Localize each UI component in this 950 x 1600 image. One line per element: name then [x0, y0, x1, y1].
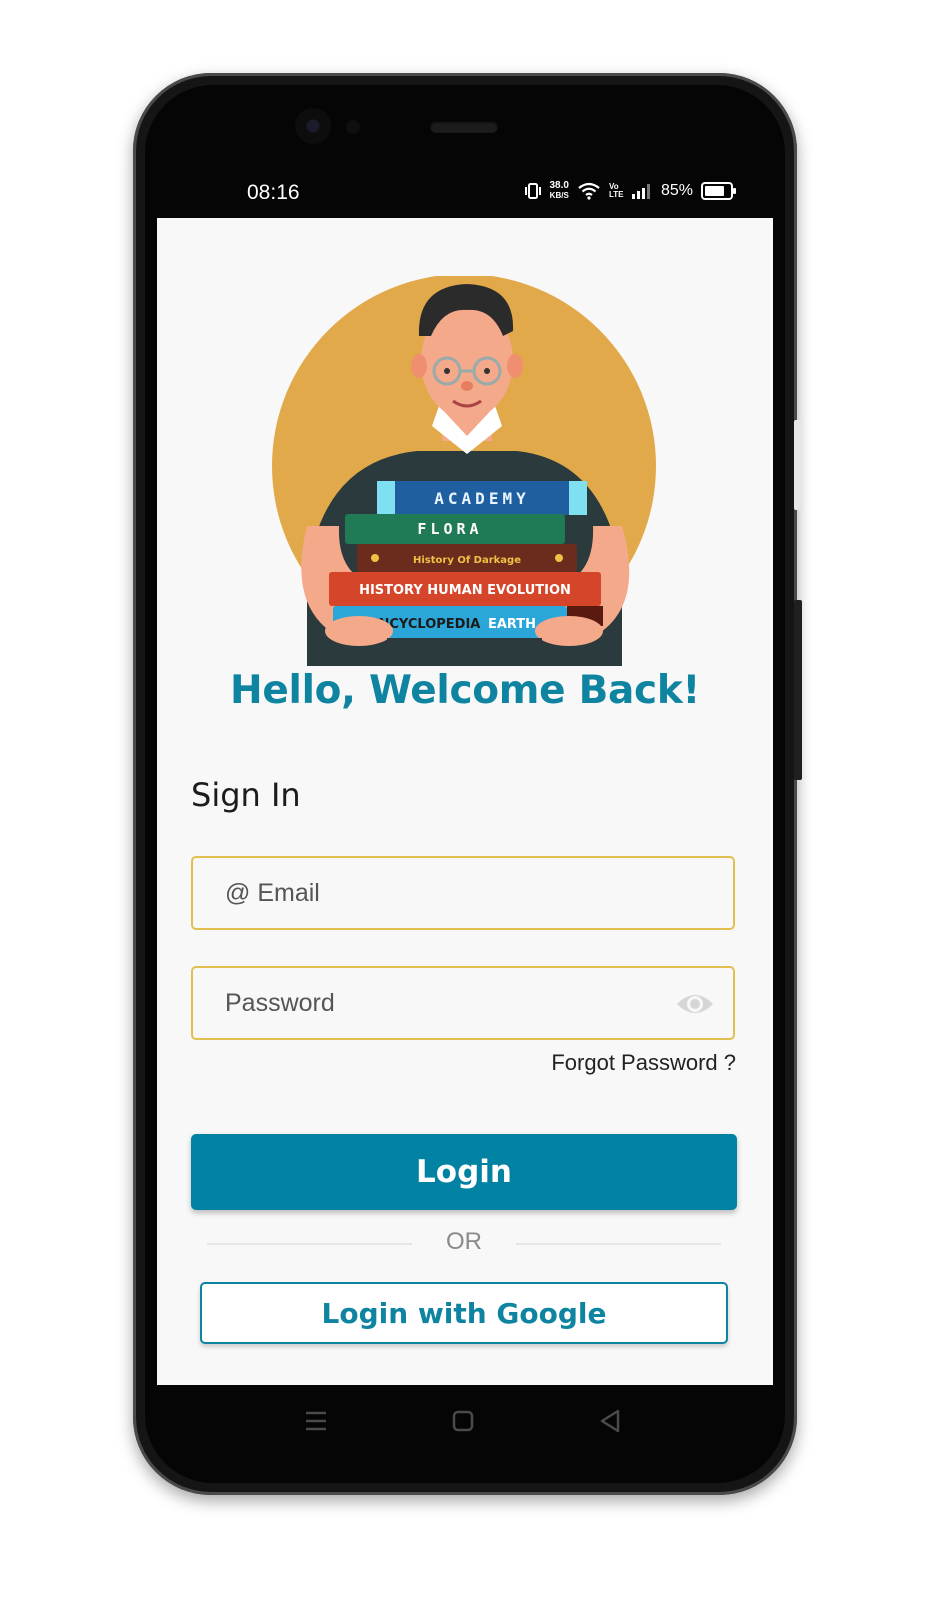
back-icon[interactable]: [594, 1405, 626, 1437]
book-human-evolution: HISTORY HUMAN EVOLUTION: [359, 583, 571, 598]
login-with-google-button[interactable]: Login with Google: [200, 1282, 728, 1344]
menu-icon[interactable]: [300, 1405, 332, 1437]
hero-illustration: ACADEMY FLORA History Of Darkage HISTORY…: [267, 276, 667, 666]
book-earth: EARTH: [488, 617, 536, 632]
battery-percent: 85%: [660, 182, 693, 199]
wifi-icon: [578, 182, 600, 200]
app-screen: ACADEMY FLORA History Of Darkage HISTORY…: [157, 218, 773, 1385]
email-field-container: [191, 856, 735, 930]
email-field[interactable]: [193, 858, 733, 928]
power-button: [794, 600, 802, 780]
battery-icon: [701, 182, 736, 200]
front-camera: [295, 108, 331, 144]
status-bar: 08:16 38.0 KB/S Vo LTE 85%: [157, 170, 773, 218]
book-academy: ACADEMY: [434, 489, 529, 508]
status-icons: 38.0 KB/S Vo LTE 85%: [524, 181, 736, 201]
book-history-darkage: History Of Darkage: [413, 555, 521, 566]
system-nav-bar: [157, 1385, 773, 1455]
vibrate-icon: [524, 183, 541, 199]
volte-label: Vo LTE: [608, 182, 624, 199]
password-field[interactable]: [193, 968, 733, 1038]
proximity-sensor: [346, 120, 360, 134]
home-icon[interactable]: [447, 1405, 479, 1437]
or-divider: OR: [207, 1227, 721, 1259]
eye-icon[interactable]: [675, 990, 715, 1018]
book-flora: FLORA: [417, 520, 482, 538]
forgot-password-link[interactable]: Forgot Password ?: [551, 1050, 736, 1076]
man-holding-books-illustration: ACADEMY FLORA History Of Darkage HISTORY…: [272, 276, 656, 666]
status-time: 08:16: [247, 181, 300, 204]
earpiece-speaker: [430, 121, 498, 133]
divider-line-right: [516, 1243, 721, 1245]
signal-icon: [631, 184, 650, 199]
sign-in-heading: Sign In: [191, 776, 301, 814]
net-speed: 38.0 KB/S: [550, 181, 569, 201]
net-speed-unit: KB/S: [549, 191, 569, 200]
welcome-title: Hello, Welcome Back!: [230, 668, 700, 713]
volume-button: [794, 420, 802, 510]
or-text: OR: [446, 1228, 482, 1255]
net-speed-value: 38.0: [549, 180, 569, 191]
login-button[interactable]: Login: [191, 1134, 737, 1210]
password-field-container: [191, 966, 735, 1040]
